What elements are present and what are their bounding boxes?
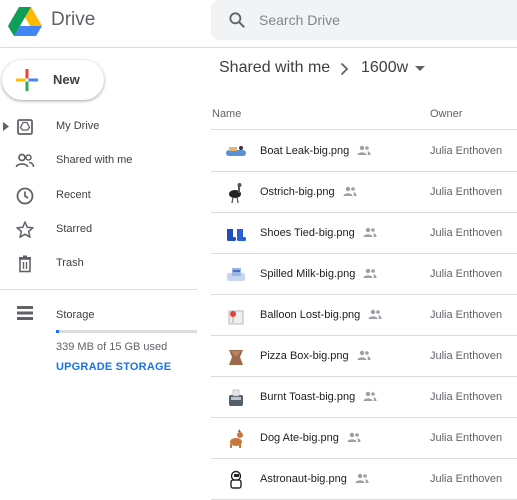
balloon-thumbnail [228, 310, 244, 325]
shared-people-icon [343, 186, 357, 196]
sidebar-item-trash[interactable]: Trash [0, 248, 200, 280]
sidebar-item-my-drive[interactable]: My Drive [0, 111, 200, 143]
people-icon [15, 153, 35, 168]
file-owner: Julia Enthoven [430, 391, 503, 403]
sidebar-item-label: Recent [56, 189, 91, 201]
file-owner: Julia Enthoven [430, 227, 503, 239]
expand-caret-icon[interactable] [3, 122, 9, 131]
breadcrumb-current-folder[interactable]: 1600w [361, 59, 408, 77]
shared-people-icon [357, 145, 371, 155]
file-owner: Julia Enthoven [430, 268, 503, 280]
file-row[interactable]: Burnt Toast-big.png Julia Enthoven [211, 377, 517, 418]
my-drive-icon [17, 119, 33, 135]
toaster-thumbnail [229, 389, 243, 406]
storage-used-text: 339 MB of 15 GB used [56, 341, 168, 353]
sidebar-item-recent[interactable]: Recent [0, 180, 200, 212]
file-owner: Julia Enthoven [430, 350, 503, 362]
shared-people-icon [355, 473, 369, 483]
file-row[interactable]: Shoes Tied-big.png Julia Enthoven [211, 213, 517, 254]
storage-icon [17, 306, 33, 320]
search-icon[interactable] [227, 10, 247, 30]
shoes-thumbnail [227, 229, 246, 241]
ostrich-thumbnail [229, 183, 242, 204]
file-row[interactable]: Ostrich-big.png Julia Enthoven [211, 172, 517, 213]
file-name: Burnt Toast-big.png [260, 391, 356, 403]
file-owner: Julia Enthoven [430, 186, 503, 198]
app-brand-name[interactable]: Drive [51, 9, 95, 31]
sidebar-item-shared-with-me[interactable]: Shared with me [0, 145, 200, 177]
file-row[interactable]: Pizza Box-big.png Julia Enthoven [211, 336, 517, 377]
file-name: Shoes Tied-big.png [260, 227, 355, 239]
shared-people-icon [363, 391, 377, 401]
file-row[interactable]: Spilled Milk-big.png Julia Enthoven [211, 254, 517, 295]
file-name: Spilled Milk-big.png [260, 268, 356, 280]
new-button[interactable]: New [2, 60, 104, 100]
storage-usage-fill [56, 330, 60, 333]
file-name: Dog Ate-big.png [260, 432, 339, 444]
shared-people-icon [363, 227, 377, 237]
file-row[interactable]: Boat Leak-big.png Julia Enthoven [211, 131, 517, 172]
shared-people-icon [347, 432, 361, 442]
storage-label[interactable]: Storage [56, 309, 95, 321]
file-row[interactable]: Balloon Lost-big.png Julia Enthoven [211, 295, 517, 336]
dog-thumbnail [230, 429, 243, 448]
file-list-header: Name Owner [211, 100, 517, 130]
new-button-label: New [53, 72, 80, 87]
file-owner: Julia Enthoven [430, 309, 503, 321]
shared-people-icon [357, 350, 371, 360]
breadcrumb-shared-with-me[interactable]: Shared with me [219, 59, 330, 77]
file-name: Boat Leak-big.png [260, 145, 350, 157]
upgrade-storage-link[interactable]: UPGRADE STORAGE [56, 361, 171, 373]
file-owner: Julia Enthoven [430, 473, 503, 485]
file-name: Astronaut-big.png [260, 473, 347, 485]
search-input[interactable] [259, 0, 509, 40]
sidebar-item-label: My Drive [56, 120, 100, 132]
star-icon [16, 221, 34, 238]
file-name: Balloon Lost-big.png [260, 309, 361, 321]
pizza-box-thumbnail [229, 350, 243, 365]
sidebar-item-label: Starred [56, 223, 93, 235]
file-name: Pizza Box-big.png [260, 350, 349, 362]
sidebar-divider [0, 289, 197, 290]
file-owner: Julia Enthoven [430, 145, 503, 157]
clock-icon [16, 187, 34, 205]
dropdown-arrow-icon[interactable] [415, 66, 425, 72]
sidebar-item-label: Shared with me [56, 154, 133, 166]
file-name: Ostrich-big.png [260, 186, 335, 198]
storage-usage-bar [56, 330, 197, 333]
chevron-right-icon [340, 62, 349, 76]
file-row[interactable]: Dog Ate-big.png Julia Enthoven [211, 418, 517, 459]
boat-thumbnail [226, 146, 246, 156]
astronaut-thumbnail [230, 470, 242, 489]
file-row[interactable]: Astronaut-big.png Julia Enthoven [211, 459, 517, 500]
trash-icon [19, 255, 31, 273]
app-header: Drive [0, 0, 517, 40]
header-divider [0, 47, 517, 48]
column-header-name[interactable]: Name [212, 108, 241, 120]
drive-logo-icon[interactable] [8, 6, 42, 36]
plus-icon [16, 69, 38, 91]
sidebar-item-starred[interactable]: Starred [0, 214, 200, 246]
spilled-milk-thumbnail [227, 268, 245, 281]
search-bar[interactable] [211, 0, 517, 40]
file-owner: Julia Enthoven [430, 432, 503, 444]
column-header-owner[interactable]: Owner [430, 108, 462, 120]
sidebar-item-label: Trash [56, 257, 84, 269]
shared-people-icon [363, 268, 377, 278]
shared-people-icon [368, 309, 382, 319]
